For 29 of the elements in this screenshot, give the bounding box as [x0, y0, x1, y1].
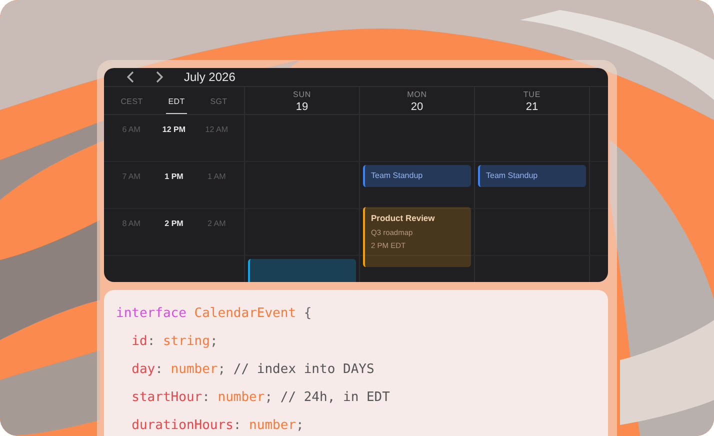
code-line: startHour: number; // 24h, in EDT: [130, 389, 391, 407]
date-label: 20: [410, 100, 424, 114]
timezone-tab[interactable]: CEST: [118, 96, 145, 114]
time-label: 12 PM: [161, 124, 187, 136]
event-title: Team Standup: [486, 170, 538, 182]
time-label: 12 AM: [204, 124, 229, 136]
time-label: 1 PM: [164, 171, 184, 183]
event-card[interactable]: Team Standup: [478, 165, 586, 187]
weekday-label: SUN: [292, 90, 312, 100]
timezone-tab[interactable]: EDT: [166, 96, 187, 114]
date-label: 21: [526, 100, 538, 114]
weekday-label: MON: [407, 90, 427, 100]
code-line: interface CalendarEvent {: [116, 305, 313, 323]
event-title: Team Standup: [371, 170, 423, 182]
weekday-label: TUE: [523, 90, 541, 100]
date-label: 19: [296, 100, 308, 114]
time-label: 7 AM: [121, 171, 142, 183]
code-line: day: number; // index into DAYS: [130, 361, 376, 379]
month-title: July 2026: [184, 69, 236, 86]
event-title: Product Review: [371, 212, 436, 225]
event-card[interactable]: Team Standup: [363, 165, 471, 187]
time-label: 8 AM: [121, 218, 142, 230]
time-label: 2 AM: [206, 218, 227, 230]
timezone-tab[interactable]: SGT: [208, 96, 230, 114]
time-label: 2 PM: [164, 218, 184, 230]
time-label: 6 AM: [121, 124, 142, 136]
code-line: durationHours: number;: [130, 417, 305, 435]
code-line: id: string;: [130, 333, 219, 351]
time-label: 1 AM: [206, 171, 227, 183]
